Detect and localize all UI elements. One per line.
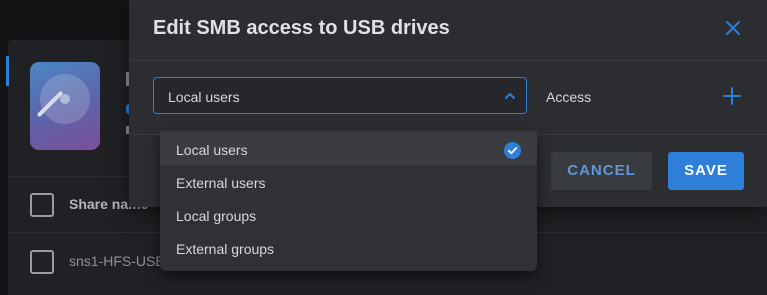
- menu-item-local-users[interactable]: Local users: [160, 132, 537, 165]
- check-circle-icon: [504, 142, 521, 159]
- menu-item-label: Local users: [176, 142, 248, 158]
- menu-item-local-groups[interactable]: Local groups: [160, 198, 537, 231]
- hard-drive-icon: [30, 62, 100, 150]
- dialog-title: Edit SMB access to USB drives: [153, 17, 450, 39]
- menu-item-external-groups[interactable]: External groups: [160, 231, 537, 264]
- panel-accent-bar: [6, 56, 9, 86]
- select-value: Local users: [168, 89, 240, 105]
- dialog-divider: [129, 60, 767, 61]
- menu-item-label: External users: [176, 175, 266, 191]
- menu-item-external-users[interactable]: External users: [160, 165, 537, 198]
- menu-item-label: Local groups: [176, 208, 257, 224]
- user-type-dropdown-menu: Local users External users Local groups …: [160, 130, 537, 271]
- access-label: Access: [546, 89, 592, 105]
- row-checkbox[interactable]: [30, 250, 54, 274]
- plus-icon[interactable]: [722, 86, 742, 106]
- cancel-button[interactable]: CANCEL: [551, 152, 652, 190]
- menu-item-label: External groups: [176, 241, 275, 257]
- save-button[interactable]: SAVE: [668, 152, 744, 190]
- chevron-up-icon: [505, 93, 515, 99]
- share-row-name: sns1-HFS-USB: [69, 253, 165, 269]
- user-type-select[interactable]: Local users: [153, 77, 527, 114]
- close-icon[interactable]: [723, 18, 743, 38]
- select-all-checkbox[interactable]: [30, 193, 54, 217]
